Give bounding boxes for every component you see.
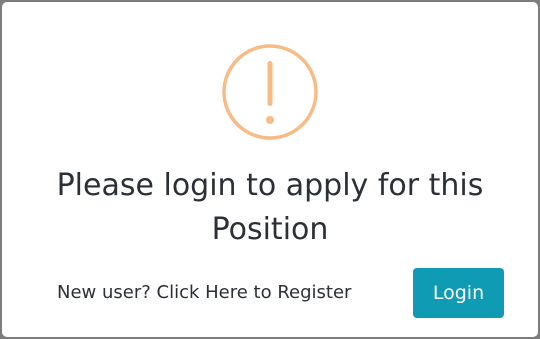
login-button[interactable]: Login xyxy=(413,268,504,318)
exclamation-circle-icon xyxy=(222,44,318,140)
dialog-footer: New user? Click Here to Register Login xyxy=(2,268,538,318)
register-link[interactable]: New user? Click Here to Register xyxy=(57,268,351,318)
dialog-title: Please login to apply for this Position xyxy=(56,168,484,247)
login-required-dialog: Please login to apply for this Position … xyxy=(2,2,538,337)
